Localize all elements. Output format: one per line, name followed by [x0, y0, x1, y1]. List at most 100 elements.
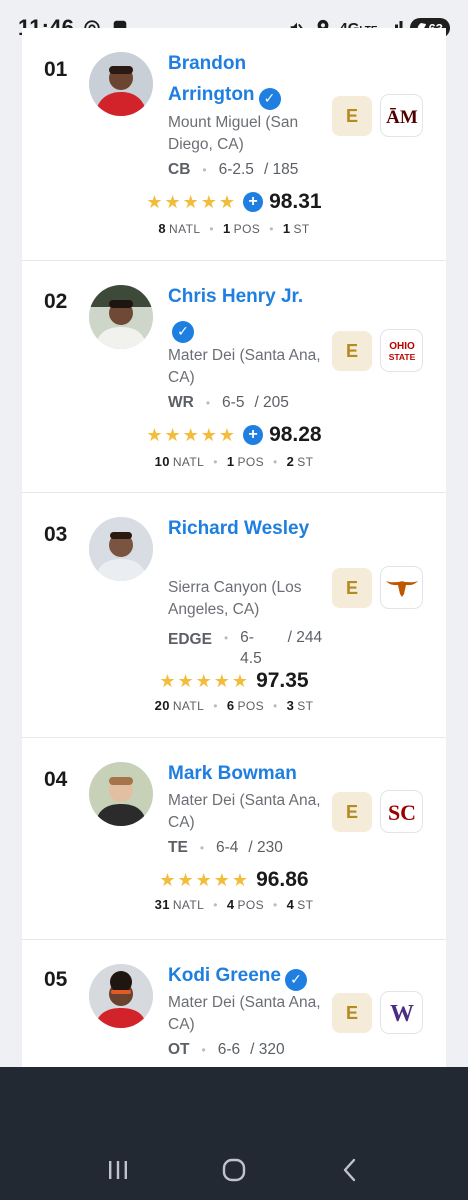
rating-score: 97.35	[256, 669, 309, 692]
player-school: Mater Dei (Santa Ana, CA)	[168, 347, 321, 386]
player-height: 6-6	[217, 1041, 241, 1058]
player-position: TE	[168, 839, 188, 856]
usc-logo-text: SC	[387, 800, 415, 825]
player-name[interactable]: Brandon Arrington ✓	[168, 48, 318, 110]
natl-label: NATL	[172, 698, 205, 713]
commit-status-badge[interactable]: E	[332, 792, 372, 832]
st-rank: 2	[286, 454, 295, 469]
rank-number: 03	[44, 523, 68, 546]
team-logo-ohio-state[interactable]: OHIO STATE	[380, 329, 423, 372]
recent-apps-icon	[109, 1161, 127, 1179]
rating-row: ★★★★★ 96.86	[22, 868, 446, 892]
home-icon	[222, 1158, 246, 1182]
st-label: ST	[297, 897, 314, 912]
recruit-rankings-list: 01 Brandon Arrington ✓ Mount Miguel (San …	[22, 28, 446, 1100]
player-height: 6-5	[222, 394, 245, 411]
commit-status-badge[interactable]: E	[332, 568, 372, 608]
five-star-icon: ★★★★★	[159, 670, 251, 691]
natl-rank: 31	[154, 897, 170, 912]
player-school: Mater Dei (Santa Ana, CA)	[168, 994, 321, 1033]
avatar[interactable]	[89, 52, 153, 116]
home-button[interactable]	[214, 1150, 254, 1190]
commit-status-badge[interactable]: E	[332, 96, 372, 136]
pos-rank: 6	[226, 698, 235, 713]
player-measurables: OT • 6-6 / 320	[168, 1041, 285, 1058]
tamu-logo-text: ĀM	[386, 107, 418, 128]
natl-label: NATL	[172, 454, 205, 469]
natl-label: NATL	[169, 221, 201, 236]
natl-rank: 20	[154, 698, 170, 713]
ranks-row: 10 NATL • 1 POS • 2 ST	[154, 454, 314, 469]
osu-logo-text-top: OHIO	[389, 341, 415, 352]
player-position: OT	[168, 1041, 190, 1058]
team-logo-tamu[interactable]: ĀM	[380, 94, 423, 137]
uw-logo-text: W	[390, 1001, 414, 1027]
team-logo-texas[interactable]	[380, 566, 423, 609]
player-height: 6-4.5	[240, 629, 262, 667]
verified-icon: ✓	[172, 320, 194, 343]
five-star-icon: ★★★★★	[146, 424, 238, 445]
ranks-row: 8 NATL • 1 POS • 1 ST	[158, 221, 310, 236]
rank-number: 01	[44, 58, 68, 81]
list-item[interactable]: 04 Mark Bowman Mater Dei (Santa Ana, CA)…	[22, 738, 446, 940]
player-position: WR	[168, 394, 194, 411]
pos-rank: 4	[226, 897, 235, 912]
player-position: CB	[168, 161, 191, 178]
player-school: Mount Miguel (San Diego, CA)	[168, 114, 299, 153]
rating-score: 96.86	[256, 868, 309, 891]
team-logo-usc[interactable]: SC	[380, 790, 423, 833]
commit-status-badge[interactable]: E	[332, 331, 372, 371]
rating-row: ★★★★★ 97.35	[22, 669, 446, 693]
player-measurables: TE • 6-4 / 230	[168, 839, 283, 856]
player-height: 6-4	[216, 839, 239, 856]
st-rank: 4	[286, 897, 295, 912]
pos-label: POS	[237, 897, 265, 912]
player-height: 6-2.5	[218, 161, 254, 178]
back-button[interactable]	[330, 1150, 370, 1190]
system-nav-bar	[0, 1140, 468, 1200]
team-logo-washington[interactable]: W	[380, 991, 423, 1034]
st-label: ST	[297, 454, 314, 469]
five-star-icon: ★★★★★	[146, 191, 238, 212]
st-label: ST	[293, 221, 310, 236]
rank-number: 05	[44, 968, 68, 991]
pos-rank: 1	[226, 454, 235, 469]
player-weight: / 320	[250, 1041, 285, 1058]
pos-label: POS	[233, 221, 261, 236]
avatar[interactable]	[89, 517, 153, 581]
player-school: Mater Dei (Santa Ana, CA)	[168, 792, 321, 831]
rank-number: 04	[44, 768, 68, 791]
ranks-row: 31 NATL • 4 POS • 4 ST	[154, 897, 314, 912]
player-measurables: CB • 6-2.5 / 185	[168, 161, 299, 178]
recent-apps-button[interactable]	[98, 1150, 138, 1190]
plus-icon[interactable]: +	[243, 192, 264, 212]
natl-rank: 10	[154, 454, 170, 469]
list-item[interactable]: 01 Brandon Arrington ✓ Mount Miguel (San …	[22, 28, 446, 261]
longhorn-icon	[385, 580, 418, 597]
avatar[interactable]	[89, 964, 153, 1028]
rating-score: 98.31	[269, 190, 322, 213]
pos-label: POS	[237, 698, 265, 713]
player-name[interactable]: Richard Wesley	[168, 513, 318, 544]
player-name[interactable]: Chris Henry Jr.✓	[168, 281, 318, 343]
plus-icon[interactable]: +	[243, 425, 264, 445]
player-weight: / 205	[254, 394, 289, 411]
player-name[interactable]: Kodi Greene ✓	[168, 960, 338, 991]
list-item[interactable]: 02 Chris Henry Jr.✓ Mater Dei (Santa Ana…	[22, 261, 446, 493]
natl-rank: 8	[158, 221, 167, 236]
rank-number: 02	[44, 290, 68, 313]
commit-status-badge[interactable]: E	[332, 993, 372, 1033]
pos-label: POS	[237, 454, 265, 469]
list-item[interactable]: 03 Richard Wesley Sierra Canyon (Los Ang…	[22, 493, 446, 738]
player-weight: / 244	[287, 629, 323, 646]
avatar[interactable]	[89, 762, 153, 826]
avatar[interactable]	[89, 285, 153, 349]
player-weight: / 185	[263, 161, 299, 178]
player-name[interactable]: Mark Bowman	[168, 758, 338, 789]
rating-row: ★★★★★ + 98.31	[22, 190, 446, 214]
player-weight: / 230	[248, 839, 283, 856]
verified-icon: ✓	[284, 968, 307, 991]
five-star-icon: ★★★★★	[159, 869, 251, 890]
ranks-row: 20 NATL • 6 POS • 3 ST	[154, 698, 314, 713]
rating-row: ★★★★★ + 98.28	[22, 423, 446, 447]
